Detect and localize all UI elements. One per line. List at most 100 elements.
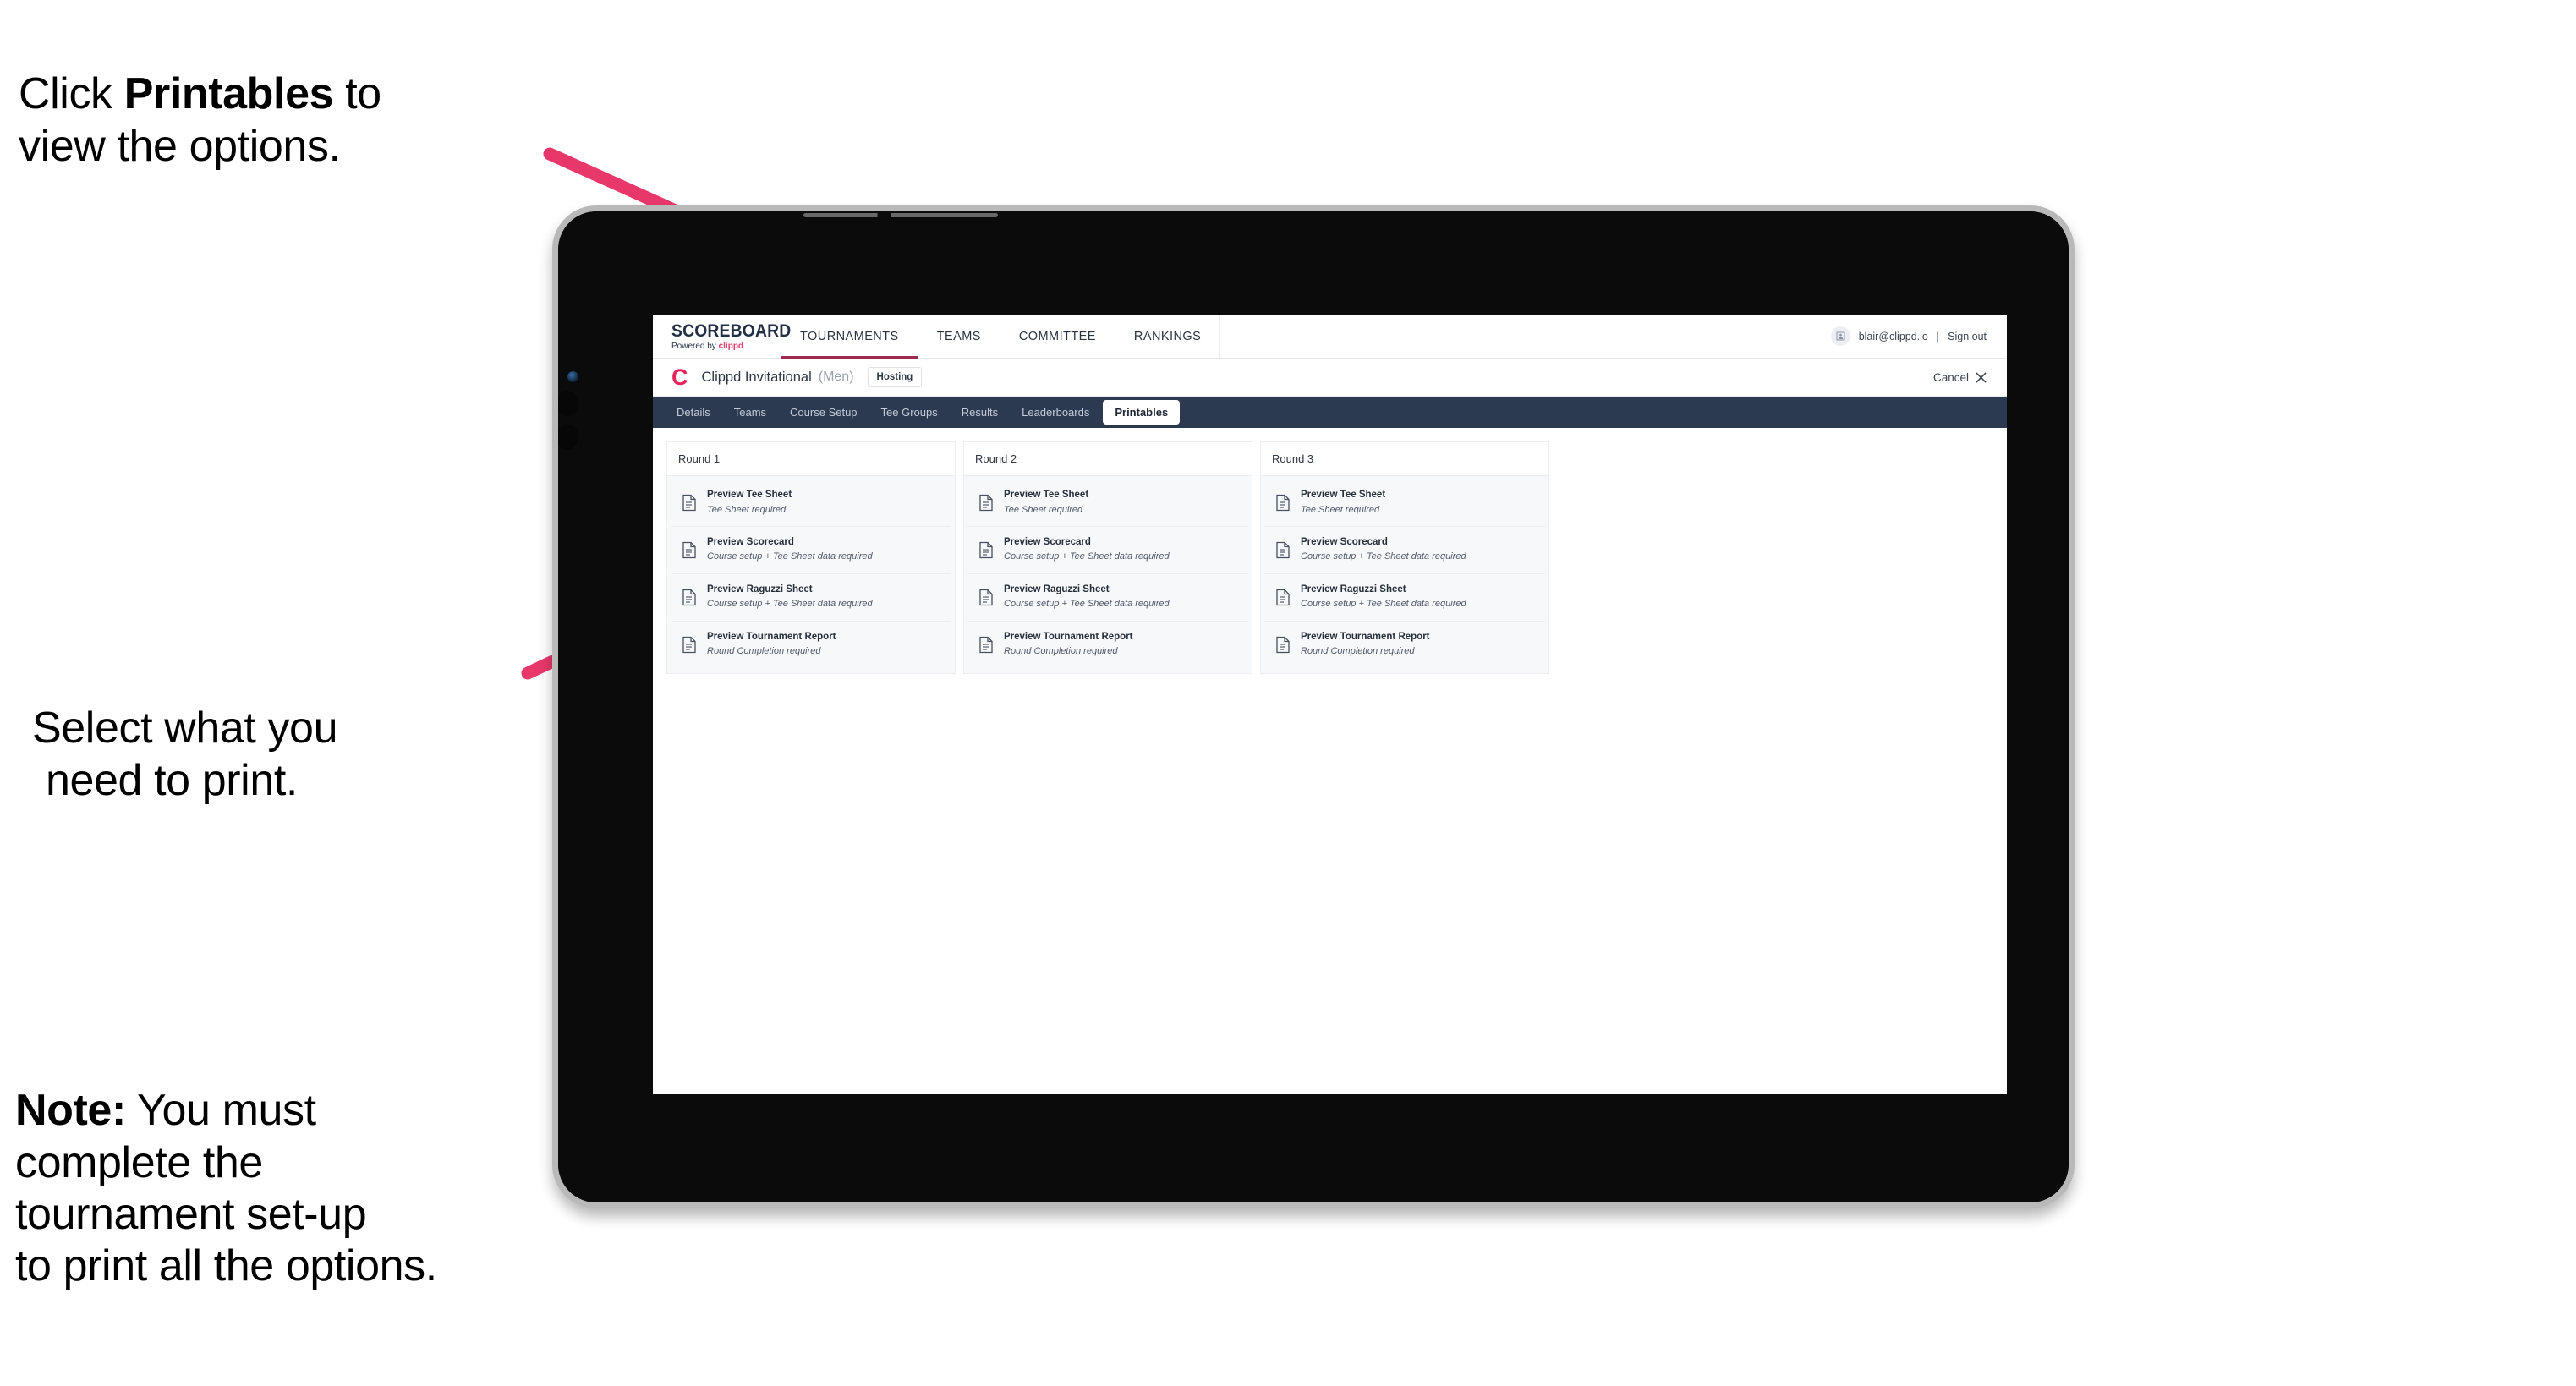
round-column-2: Round 2 Preview Tee Sheet Tee Sheet requ… [963,441,1252,674]
round-items-list: Preview Tee Sheet Tee Sheet required Pre… [666,475,956,674]
annotation-select-to-print: Select what you need to print. [32,651,573,858]
tab-printables[interactable]: Printables [1103,400,1181,425]
annotation-line-2: need to print. [46,755,298,805]
list-item-title: Preview Raguzzi Sheet [707,583,813,594]
section-tab-bar: Details Teams Course Setup Tee Groups Re… [653,397,2007,428]
list-item[interactable]: Preview Scorecard Course setup + Tee She… [1264,526,1545,574]
list-item[interactable]: Preview Tee Sheet Tee Sheet required [1264,479,1545,527]
list-item-text: Preview Tournament Report Round Completi… [1004,631,1133,659]
tab-details[interactable]: Details [666,401,721,424]
list-item-title: Preview Raguzzi Sheet [1301,583,1406,594]
annotation-text-pre: Click [19,69,124,119]
document-icon [1276,541,1290,559]
round-title: Round 3 [1260,441,1549,475]
nav-item-rankings-label: RANKINGS [1133,329,1202,343]
user-separator: | [1936,330,1940,342]
document-icon [1276,494,1290,512]
list-item-title: Preview Scorecard [707,536,794,547]
list-item-subtitle: Course setup + Tee Sheet data required [707,551,873,562]
sign-out-button[interactable]: Sign out [1948,331,1987,342]
list-item[interactable]: Preview Tournament Report Round Completi… [671,621,951,668]
nav-item-committee-label: COMMITTEE [1018,329,1096,343]
list-item-text: Preview Tournament Report Round Completi… [707,631,836,659]
list-item-text: Preview Raguzzi Sheet Course setup + Tee… [1004,583,1170,611]
round-column-3: Round 3 Preview Tee Sheet Tee Sheet requ… [1260,441,1549,674]
list-item-text: Preview Tournament Report Round Completi… [1301,631,1430,659]
document-icon [682,589,696,605]
list-item[interactable]: Preview Tee Sheet Tee Sheet required [671,479,951,527]
tab-teams[interactable]: Teams [724,401,776,424]
list-item-title: Preview Tee Sheet [707,490,792,500]
list-item-subtitle: Round Completion required [1004,646,1118,657]
tablet-volume-up-button[interactable] [558,391,578,416]
round-title: Round 1 [666,441,956,475]
status-badge: Hosting [867,367,923,387]
list-item-title: Preview Tournament Report [707,631,836,642]
tab-course-setup[interactable]: Course Setup [780,401,868,424]
top-navigation-bar: SCOREBOARD Powered by clippd TOURNAMENTS… [653,315,2007,359]
nav-item-tournaments[interactable]: TOURNAMENTS [781,315,918,359]
tab-tee-groups[interactable]: Tee Groups [871,401,948,424]
document-icon [979,541,993,559]
list-item-title: Preview Scorecard [1004,536,1091,547]
scoreboard-logo[interactable]: SCOREBOARD Powered by clippd [653,315,792,358]
page-root: Click Printables to view the options. Se… [0,0,2576,1386]
list-item-title: Preview Tee Sheet [1004,490,1089,500]
list-item-text: Preview Scorecard Course setup + Tee She… [1301,536,1466,564]
list-item-subtitle: Tee Sheet required [707,504,787,515]
annotation-click-printables: Click Printables to view the options. [19,17,577,173]
document-icon [979,589,993,605]
document-icon [1276,589,1290,605]
list-item-subtitle: Tee Sheet required [1301,504,1380,515]
list-item[interactable]: Preview Tee Sheet Tee Sheet required [967,479,1248,527]
list-item[interactable]: Preview Raguzzi Sheet Course setup + Tee… [967,573,1248,622]
document-icon [1276,636,1290,653]
cancel-button-label: Cancel [1932,370,1969,384]
logo-tagline-prefix: Powered by [671,341,719,351]
tablet-bezel: SCOREBOARD Powered by clippd TOURNAMENTS… [558,211,2069,1202]
list-item-text: Preview Tee Sheet Tee Sheet required [1301,489,1385,517]
list-item[interactable]: Preview Tournament Report Round Completi… [967,621,1248,668]
nav-item-tournaments-label: TOURNAMENTS [800,329,899,343]
list-item-text: Preview Scorecard Course setup + Tee She… [707,536,873,564]
list-item[interactable]: Preview Tournament Report Round Completi… [1264,621,1545,668]
nav-item-teams-label: TEAMS [936,329,981,343]
document-icon [682,636,696,653]
list-item-subtitle: Course setup + Tee Sheet data required [1004,551,1170,562]
list-item-subtitle: Tee Sheet required [1004,504,1083,515]
annotation-line-1: Select what you [32,704,338,753]
user-email: blair@clippd.io [1858,330,1928,342]
list-item-title: Preview Tee Sheet [1301,490,1386,500]
avatar[interactable] [1830,326,1850,346]
list-item-subtitle: Course setup + Tee Sheet data required [1301,599,1466,610]
list-item[interactable]: Preview Raguzzi Sheet Course setup + Tee… [671,573,951,622]
tournament-header-bar: C Clippd Invitational (Men) Hosting Canc… [653,359,2007,397]
nav-item-teams[interactable]: TEAMS [918,315,1000,358]
logo-wordmark: SCOREBOARD [671,320,792,341]
logo-tagline-brand: clippd [718,341,744,351]
nav-item-committee[interactable]: COMMITTEE [1000,315,1115,358]
tab-results[interactable]: Results [951,401,1008,424]
document-icon [682,494,696,512]
round-items-list: Preview Tee Sheet Tee Sheet required Pre… [963,475,1252,674]
tablet-volume-down-button[interactable] [558,425,578,450]
document-icon [682,541,696,559]
list-item[interactable]: Preview Raguzzi Sheet Course setup + Tee… [1264,573,1545,622]
tournament-name: Clippd Invitational [701,369,812,385]
logo-tagline: Powered by clippd [671,342,781,351]
tab-leaderboards[interactable]: Leaderboards [1011,401,1099,424]
round-title: Round 2 [963,441,1252,475]
user-account-area: blair@clippd.io | Sign out [1830,315,2007,358]
list-item-subtitle: Course setup + Tee Sheet data required [1301,551,1466,562]
printables-content: Round 1 Preview Tee Sheet Tee Sheet requ… [653,428,2007,674]
cancel-button[interactable]: Cancel [1933,371,1987,384]
nav-item-rankings[interactable]: RANKINGS [1115,315,1221,358]
document-icon [979,636,993,653]
tablet-speaker [803,213,998,217]
close-icon [1976,371,1987,383]
list-item[interactable]: Preview Scorecard Course setup + Tee She… [671,526,951,574]
list-item[interactable]: Preview Scorecard Course setup + Tee She… [967,526,1248,574]
tournament-gender: (Men) [818,370,854,384]
round-items-list: Preview Tee Sheet Tee Sheet required Pre… [1260,475,1549,674]
